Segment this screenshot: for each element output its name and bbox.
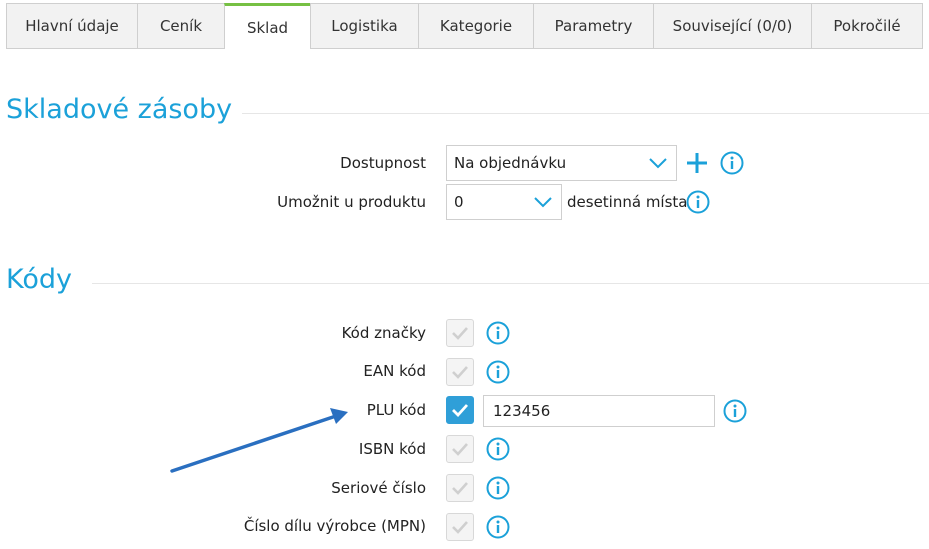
chevron-down-icon: [534, 197, 552, 208]
tab-hlavni-udaje[interactable]: Hlavní údaje: [6, 3, 137, 49]
tab-label: Související (0/0): [672, 17, 793, 35]
tab-logistika[interactable]: Logistika: [310, 3, 418, 49]
decimals-select[interactable]: 0: [446, 184, 562, 220]
code-label-mpn: Číslo dílu výrobce (MPN): [243, 517, 426, 535]
plu-code-checkbox[interactable]: [446, 396, 474, 424]
code-label-isbn: ISBN kód: [358, 440, 426, 458]
availability-label: Dostupnost: [340, 154, 426, 172]
ean-code-checkbox[interactable]: [446, 358, 474, 386]
section-divider: [92, 283, 929, 284]
code-label-brand: Kód značky: [341, 324, 426, 342]
code-label-ean: EAN kód: [363, 362, 426, 380]
code-label-plu: PLU kód: [366, 401, 426, 419]
checkmark-icon: [452, 482, 468, 495]
plu-code-input[interactable]: [483, 395, 715, 427]
tab-label: Kategorie: [439, 17, 513, 35]
tab-cenik[interactable]: Ceník: [137, 3, 224, 49]
tab-label: Logistika: [331, 17, 398, 35]
tab-label: Pokročilé: [833, 17, 901, 35]
checkmark-icon: [452, 521, 468, 534]
section-divider: [242, 113, 929, 114]
tab-souvisejici[interactable]: Související (0/0): [653, 3, 811, 49]
tab-pokrocile[interactable]: Pokročilé: [811, 3, 923, 49]
info-icon[interactable]: [486, 360, 510, 384]
checkmark-icon: [452, 327, 468, 340]
annotation-arrow: [170, 408, 348, 473]
info-icon[interactable]: [486, 437, 510, 461]
chevron-down-icon: [649, 158, 667, 169]
checkmark-icon: [452, 404, 469, 417]
mpn-checkbox[interactable]: [446, 513, 474, 541]
info-icon[interactable]: [486, 321, 510, 345]
serial-number-checkbox[interactable]: [446, 474, 474, 502]
info-icon[interactable]: [486, 515, 510, 539]
plus-icon[interactable]: [685, 151, 709, 175]
decimals-value: 0: [454, 193, 464, 211]
tab-sklad[interactable]: Sklad: [224, 3, 310, 49]
tab-label: Hlavní údaje: [25, 17, 119, 35]
codes-section-title: Kódy: [6, 264, 72, 295]
availability-select[interactable]: Na objednávku: [446, 145, 677, 181]
decimals-suffix: desetinná místa: [567, 193, 688, 211]
checkmark-icon: [452, 443, 468, 456]
brand-code-checkbox[interactable]: [446, 319, 474, 347]
tab-parametry[interactable]: Parametry: [533, 3, 653, 49]
allow-label: Umožnit u produktu: [277, 193, 426, 211]
stock-section-title: Skladové zásoby: [6, 94, 233, 125]
tab-kategorie[interactable]: Kategorie: [418, 3, 533, 49]
checkmark-icon: [452, 366, 468, 379]
info-icon[interactable]: [723, 399, 747, 423]
isbn-code-checkbox[interactable]: [446, 435, 474, 463]
code-label-serial: Seriové číslo: [331, 479, 426, 497]
tab-bar: Hlavní údaje Ceník Sklad Logistika Kateg…: [6, 3, 923, 49]
tab-label: Ceník: [159, 17, 203, 35]
info-icon[interactable]: [686, 190, 710, 214]
info-icon[interactable]: [486, 476, 510, 500]
tab-label: Sklad: [246, 18, 289, 37]
info-icon[interactable]: [720, 151, 744, 175]
tab-label: Parametry: [554, 17, 633, 35]
availability-value: Na objednávku: [454, 154, 567, 172]
